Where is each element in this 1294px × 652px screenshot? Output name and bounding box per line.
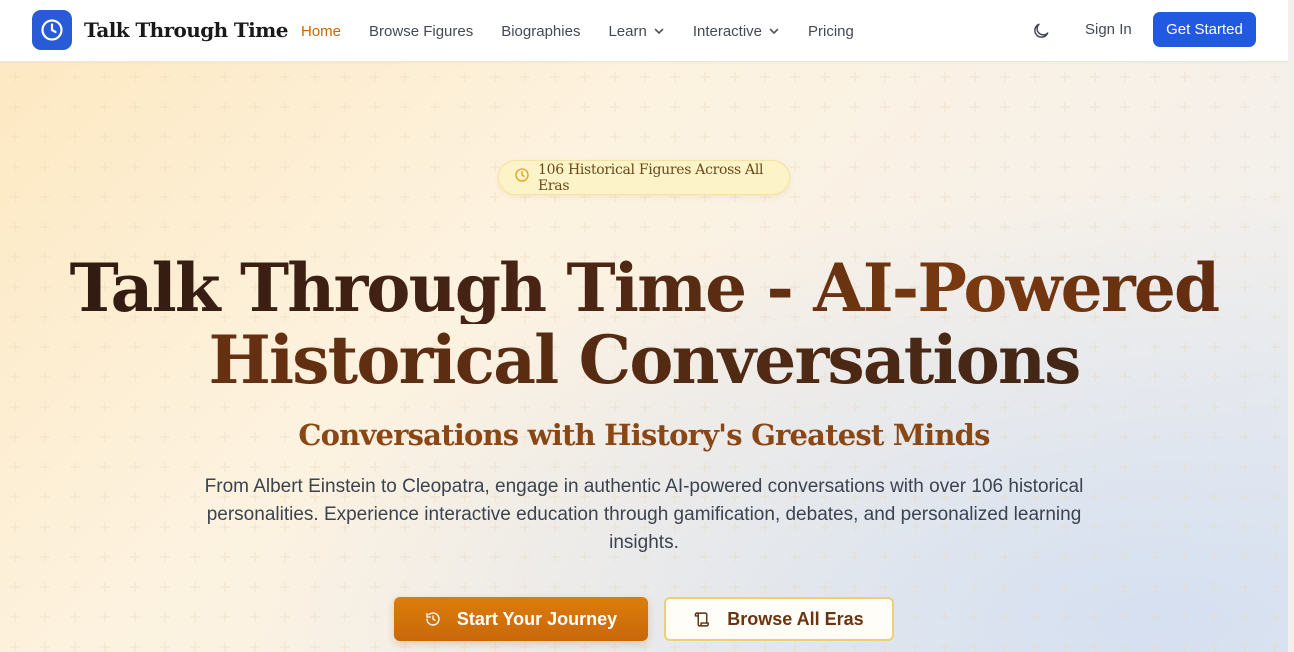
nav-browse-figures[interactable]: Browse Figures bbox=[369, 23, 473, 40]
history-icon bbox=[425, 611, 441, 627]
nav-links: Home Browse Figures Biographies Learn In… bbox=[301, 0, 882, 62]
nav-interactive-label: Interactive bbox=[692, 22, 763, 40]
browse-eras-label: Browse All Eras bbox=[727, 608, 864, 629]
brand-name: Talk Through Time bbox=[84, 18, 288, 42]
start-journey-button[interactable]: Start Your Journey bbox=[394, 597, 648, 641]
get-started-button[interactable]: Get Started bbox=[1153, 12, 1256, 47]
browse-eras-button[interactable]: Browse All Eras bbox=[664, 597, 894, 641]
figures-count-badge: 106 Historical Figures Across All Eras bbox=[498, 160, 790, 195]
headline-line-2: Historical Conversations bbox=[0, 324, 1288, 396]
nav-home[interactable]: Home bbox=[301, 23, 341, 40]
scroll-icon bbox=[694, 611, 711, 628]
clock-icon bbox=[32, 10, 72, 50]
hero-description: From Albert Einstein to Cleopatra, engag… bbox=[204, 476, 1084, 553]
moon-icon[interactable] bbox=[1031, 21, 1051, 41]
sign-in-link[interactable]: Sign In bbox=[1085, 21, 1132, 38]
hero-headline: Talk Through Time - AI-Powered Historica… bbox=[0, 252, 1288, 396]
nav-pricing[interactable]: Pricing bbox=[808, 23, 854, 40]
chevron-down-icon bbox=[653, 25, 665, 37]
nav-learn-dropdown[interactable]: Learn bbox=[608, 23, 664, 40]
badge-text: 106 Historical Figures Across All Eras bbox=[538, 161, 764, 194]
nav-interactive-dropdown[interactable]: Interactive bbox=[693, 23, 780, 40]
clock-icon bbox=[514, 167, 530, 188]
nav-learn-label: Learn bbox=[608, 22, 647, 40]
page-scrollbar[interactable] bbox=[1288, 0, 1294, 652]
top-navbar: Talk Through Time Home Browse Figures Bi… bbox=[0, 0, 1288, 62]
hero-section: 106 Historical Figures Across All Eras T… bbox=[0, 62, 1288, 652]
hero-subtitle: Conversations with History's Greatest Mi… bbox=[298, 418, 990, 452]
chevron-down-icon bbox=[768, 25, 780, 37]
headline-line-1: Talk Through Time - AI-Powered bbox=[0, 252, 1288, 324]
start-journey-label: Start Your Journey bbox=[456, 608, 618, 629]
nav-biographies[interactable]: Biographies bbox=[501, 23, 580, 40]
brand[interactable]: Talk Through Time bbox=[32, 10, 288, 50]
